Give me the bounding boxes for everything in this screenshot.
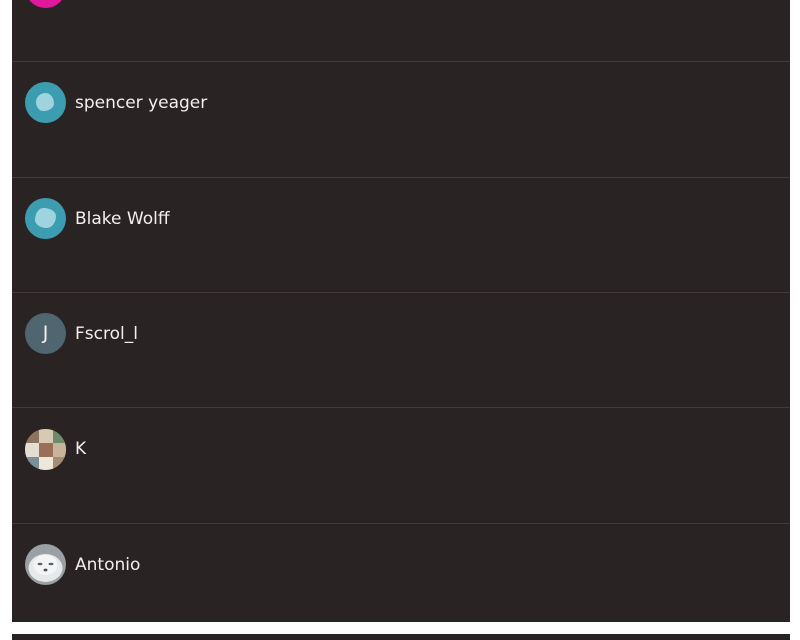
contact-name: Fscrol_l [75, 324, 138, 344]
bottom-bar [12, 634, 790, 640]
list-item[interactable]: J Fscrol_l [12, 293, 790, 408]
list-item[interactable]: K [12, 408, 790, 524]
contact-name: Antonio [75, 555, 141, 575]
list-item[interactable] [12, 0, 790, 62]
avatar [25, 82, 66, 123]
seal-photo-icon [25, 544, 66, 585]
photo-collage-icon [25, 429, 66, 470]
avatar: J [25, 313, 66, 354]
contact-name: K [75, 439, 87, 459]
avatar [25, 544, 66, 585]
avatar-initial: J [42, 322, 49, 344]
contact-name: Blake Wolff [75, 209, 170, 229]
avatar [25, 0, 66, 8]
avatar [25, 429, 66, 470]
contact-list: spencer yeager Blake Wolff J Fscrol_l K … [12, 0, 790, 622]
contact-name: spencer yeager [75, 93, 208, 113]
list-item[interactable]: spencer yeager [12, 62, 790, 178]
avatar [25, 198, 66, 239]
list-item[interactable]: Antonio [12, 524, 790, 622]
list-item[interactable]: Blake Wolff [12, 178, 790, 293]
